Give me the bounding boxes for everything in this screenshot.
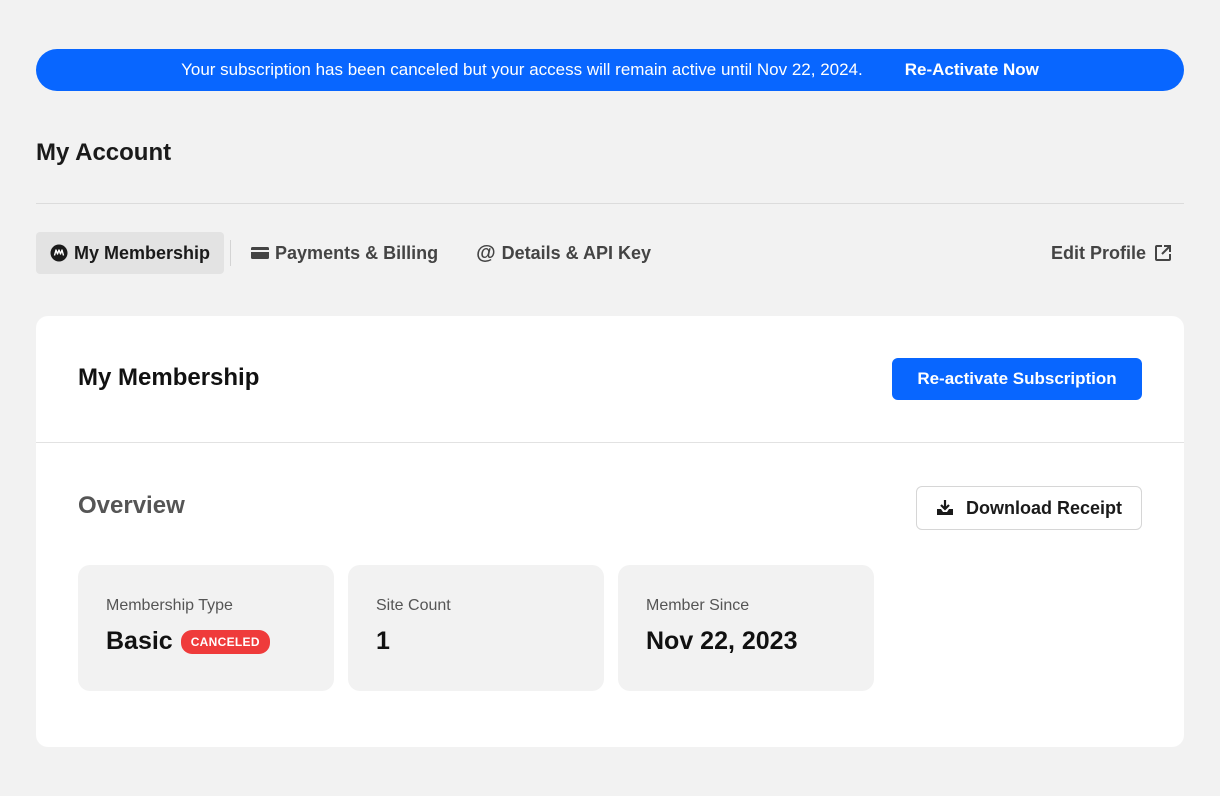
account-tabs: My Membership Payments & Billing @ Detai…: [36, 232, 665, 274]
tab-label: Details & API Key: [501, 242, 651, 263]
download-receipt-label: Download Receipt: [965, 497, 1122, 518]
banner-message: Your subscription has been canceled but …: [181, 60, 863, 79]
stat-member-since: Member Since Nov 22, 2023: [618, 565, 874, 691]
tab-label: My Membership: [74, 242, 211, 263]
tab-my-membership[interactable]: My Membership: [36, 232, 225, 274]
stat-value: 1: [376, 627, 390, 655]
reactivate-subscription-button[interactable]: Re-activate Subscription: [892, 358, 1142, 400]
page-title: My Account: [36, 139, 172, 166]
external-link-icon: [1154, 244, 1172, 262]
overview-title: Overview: [78, 492, 185, 519]
card-title: My Membership: [78, 364, 260, 391]
stat-label: Membership Type: [106, 597, 233, 614]
card-header: My Membership Re-activate Subscription: [36, 316, 1184, 443]
download-tray-icon: [936, 500, 954, 516]
stat-membership-type: Membership Type Basic CANCELED: [78, 565, 334, 691]
download-receipt-button[interactable]: Download Receipt: [916, 486, 1142, 530]
edit-profile-link[interactable]: Edit Profile: [1051, 232, 1172, 274]
membership-card: My Membership Re-activate Subscription O…: [36, 316, 1184, 747]
tab-details-api-key[interactable]: @ Details & API Key: [462, 232, 665, 274]
status-badge: CANCELED: [180, 629, 270, 654]
stat-label: Site Count: [376, 597, 451, 614]
overview-stats: Membership Type Basic CANCELED Site Coun…: [78, 565, 888, 691]
tab-label: Payments & Billing: [275, 242, 439, 263]
edit-profile-label: Edit Profile: [1050, 242, 1146, 263]
stat-site-count: Site Count 1: [348, 565, 604, 691]
stat-value: Basic: [106, 627, 173, 655]
tab-payments-billing[interactable]: Payments & Billing: [237, 232, 452, 274]
credit-card-icon: [251, 246, 270, 260]
reactivate-now-link[interactable]: Re-Activate Now: [905, 60, 1039, 80]
header-divider: [36, 203, 1184, 204]
stat-value: Nov 22, 2023: [646, 627, 798, 655]
tab-separator: [230, 240, 232, 266]
stat-label: Member Since: [646, 597, 750, 614]
stat-value-row: Basic CANCELED: [106, 627, 306, 656]
at-sign-icon: @: [476, 241, 496, 264]
subscription-canceled-banner: Your subscription has been canceled but …: [36, 49, 1184, 91]
membership-logo-icon: [50, 244, 68, 262]
